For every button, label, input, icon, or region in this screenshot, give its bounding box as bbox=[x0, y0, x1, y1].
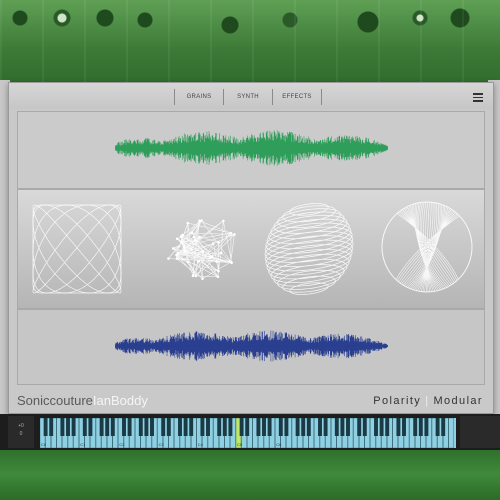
black-key bbox=[267, 418, 272, 436]
brand-soniccouture: Soniccouture bbox=[17, 393, 93, 408]
black-key bbox=[110, 418, 115, 436]
keyboard-bar: +0 0 C0 C1 C2 C3 C4 C5 C6 bbox=[0, 414, 500, 450]
octave-label: C1 bbox=[80, 442, 86, 447]
black-key bbox=[385, 418, 390, 436]
black-key bbox=[245, 418, 250, 436]
black-key bbox=[441, 418, 446, 436]
top-waveform-panel[interactable] bbox=[17, 111, 485, 189]
octave-label: C4 bbox=[198, 442, 204, 447]
tab-effects[interactable]: EFFECTS bbox=[272, 89, 322, 105]
waveform-blue bbox=[115, 330, 388, 362]
black-key bbox=[49, 418, 54, 436]
brand-ianboddy: IanBoddy bbox=[92, 393, 148, 408]
black-key bbox=[228, 418, 233, 436]
black-key bbox=[138, 418, 143, 436]
brand-logo: SoniccoutureIanBoddy bbox=[17, 393, 148, 408]
figure-wire-sphere bbox=[264, 203, 354, 295]
black-key bbox=[144, 418, 149, 436]
keyboard-right-panel bbox=[460, 416, 500, 448]
black-key bbox=[256, 418, 261, 436]
black-key bbox=[323, 418, 328, 436]
black-key bbox=[379, 418, 384, 436]
black-key bbox=[318, 418, 322, 436]
black-key bbox=[357, 418, 362, 436]
visualizer-panel bbox=[17, 189, 485, 309]
black-key bbox=[306, 418, 311, 436]
black-key bbox=[301, 418, 306, 436]
black-key bbox=[374, 418, 378, 436]
black-key bbox=[105, 418, 110, 436]
black-key bbox=[278, 418, 283, 436]
octave-label: C3 bbox=[159, 442, 165, 447]
black-key bbox=[183, 418, 188, 436]
pitch-mod-wheels[interactable]: +0 0 bbox=[8, 416, 34, 448]
background-bottom bbox=[0, 448, 500, 500]
bottom-waveform-panel[interactable] bbox=[17, 309, 485, 385]
black-key bbox=[435, 418, 440, 436]
product-polarity: Polarity bbox=[373, 395, 422, 407]
black-key bbox=[402, 418, 406, 436]
octave-label: C5 bbox=[237, 442, 243, 447]
black-key bbox=[284, 418, 289, 436]
black-key bbox=[150, 418, 154, 436]
figure-twisted-disc bbox=[381, 201, 473, 293]
black-key bbox=[122, 418, 126, 436]
black-key bbox=[99, 418, 104, 436]
black-key bbox=[161, 418, 166, 436]
black-key bbox=[362, 418, 367, 436]
plugin-window: GRAINS SYNTH EFFECTS SoniccoutureIanBodd… bbox=[8, 82, 494, 414]
waveform-green bbox=[115, 130, 388, 166]
black-key bbox=[413, 418, 418, 436]
black-key bbox=[82, 418, 87, 436]
black-key bbox=[127, 418, 132, 436]
product-separator: | bbox=[425, 395, 430, 407]
black-key bbox=[206, 418, 210, 436]
black-key bbox=[166, 418, 171, 436]
black-key bbox=[178, 418, 182, 436]
octave-label: C6 bbox=[276, 442, 282, 447]
product-name: Polarity | Modular bbox=[373, 395, 483, 407]
black-key bbox=[222, 418, 227, 436]
top-bar: GRAINS SYNTH EFFECTS bbox=[9, 83, 493, 109]
black-key bbox=[239, 418, 244, 436]
black-key bbox=[340, 418, 345, 436]
octave-label: C0 bbox=[41, 442, 47, 447]
white-key bbox=[448, 418, 454, 448]
hamburger-menu-icon[interactable] bbox=[473, 93, 483, 102]
figure-lissajous-square bbox=[32, 204, 122, 294]
black-key bbox=[200, 418, 205, 436]
black-key bbox=[43, 418, 48, 436]
tab-grains[interactable]: GRAINS bbox=[174, 89, 223, 105]
black-key bbox=[346, 418, 350, 436]
black-key bbox=[66, 418, 70, 436]
footer: SoniccoutureIanBoddy Polarity | Modular bbox=[9, 385, 493, 413]
black-key bbox=[396, 418, 401, 436]
tab-bar: GRAINS SYNTH EFFECTS bbox=[174, 89, 322, 105]
background-columns bbox=[0, 0, 500, 90]
black-key bbox=[295, 418, 300, 436]
black-key bbox=[60, 418, 65, 436]
black-key bbox=[189, 418, 194, 436]
black-key bbox=[217, 418, 222, 436]
black-key bbox=[424, 418, 429, 436]
visualizer-figures bbox=[32, 201, 473, 295]
black-key bbox=[262, 418, 266, 436]
black-key bbox=[334, 418, 339, 436]
octave-label: C2 bbox=[119, 442, 125, 447]
black-key bbox=[418, 418, 423, 436]
tab-synth[interactable]: SYNTH bbox=[223, 89, 272, 105]
figure-network-cluster bbox=[167, 219, 236, 280]
product-modular: Modular bbox=[433, 395, 483, 407]
black-key bbox=[88, 418, 93, 436]
black-key bbox=[71, 418, 76, 436]
piano-keyboard[interactable]: C0 C1 C2 C3 C4 C5 C6 bbox=[40, 418, 456, 448]
